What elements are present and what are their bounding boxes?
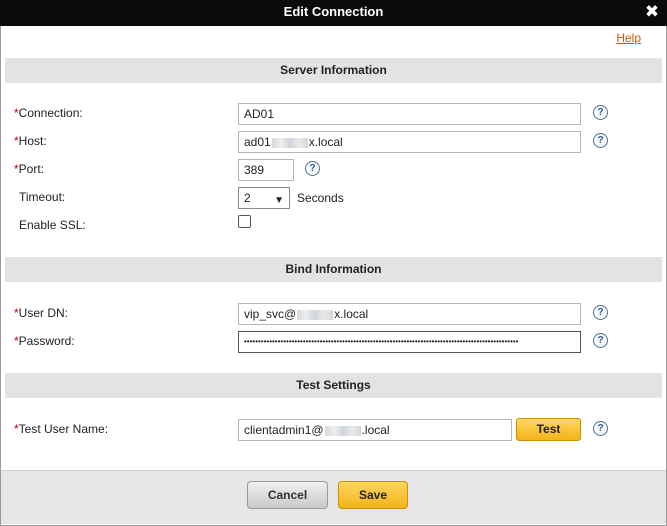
connection-label-text: Connection: — [18, 106, 83, 120]
host-help-icon[interactable]: ? — [593, 133, 608, 148]
password-help-icon[interactable]: ? — [593, 333, 608, 348]
user-dn-help-icon[interactable]: ? — [593, 305, 608, 320]
connection-help-icon[interactable]: ? — [593, 105, 608, 120]
help-link[interactable]: Help — [616, 31, 641, 45]
timeout-select[interactable]: 2 ▼ — [238, 187, 290, 209]
user-dn-suffix: x.local — [334, 307, 369, 321]
password-input[interactable]: ••••••••••••••••••••••••••••••••••••••••… — [238, 331, 581, 353]
chevron-down-icon: ▼ — [274, 195, 284, 206]
section-header-bind: Bind Information — [5, 257, 662, 282]
cancel-button[interactable]: Cancel — [247, 481, 328, 509]
test-user-label: *Test User Name: — [14, 422, 109, 436]
close-icon[interactable]: ✖ — [643, 3, 661, 21]
password-label: *Password: — [14, 334, 75, 348]
dialog-title: Edit Connection — [283, 4, 384, 19]
user-dn-label: *User DN: — [14, 306, 69, 320]
test-button[interactable]: Test — [516, 418, 581, 441]
section-header-server: Server Information — [5, 58, 662, 83]
port-input[interactable] — [238, 159, 294, 181]
user-dn-prefix: vip_svc@ — [244, 307, 297, 321]
title-bar: Edit Connection ✖ — [0, 0, 667, 26]
host-value-prefix: ad01 — [244, 135, 271, 149]
user-dn-label-text: User DN: — [18, 306, 69, 320]
connection-label: *Connection: — [14, 106, 83, 120]
enable-ssl-label: Enable SSL: — [19, 218, 86, 232]
user-dn-input[interactable]: vip_svc@ x.local — [238, 303, 581, 325]
port-label: *Port: — [14, 162, 45, 176]
test-user-suffix: .local — [361, 423, 390, 437]
connection-input[interactable] — [238, 103, 581, 125]
enable-ssl-checkbox[interactable] — [238, 215, 251, 228]
port-help-icon[interactable]: ? — [305, 161, 320, 176]
timeout-label: Timeout: — [19, 190, 66, 204]
test-user-prefix: clientadmin1@ — [244, 423, 324, 437]
test-help-icon[interactable]: ? — [593, 421, 608, 436]
timeout-unit: Seconds — [297, 191, 344, 205]
test-user-label-text: Test User Name: — [18, 422, 109, 436]
host-label-text: Host: — [18, 134, 47, 148]
host-input[interactable]: ad01 x.local — [238, 131, 581, 153]
host-label: *Host: — [14, 134, 47, 148]
test-user-input[interactable]: clientadmin1@ .local — [238, 419, 512, 441]
redacted-text — [324, 425, 361, 436]
host-value-suffix: x.local — [308, 135, 343, 149]
dialog-footer — [1, 470, 666, 524]
port-label-text: Port: — [18, 162, 45, 176]
save-button[interactable]: Save — [338, 481, 408, 509]
redacted-text — [297, 309, 334, 320]
password-label-text: Password: — [18, 334, 75, 348]
redacted-text — [271, 137, 308, 148]
timeout-value: 2 — [244, 191, 251, 205]
section-header-test: Test Settings — [5, 373, 662, 398]
